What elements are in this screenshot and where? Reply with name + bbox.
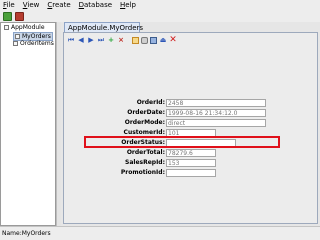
- database-icon[interactable]: [141, 36, 148, 44]
- menu-view[interactable]: View: [23, 0, 40, 10]
- menu-create[interactable]: Create: [47, 0, 70, 10]
- promotionid-label: PromotionId:: [120, 169, 165, 176]
- ordermode-field[interactable]: direct: [166, 119, 266, 127]
- orderid-label: OrderId:: [136, 99, 165, 106]
- menu-bar: File View Create Database Help: [0, 0, 320, 10]
- save-database-icon[interactable]: [15, 11, 24, 21]
- first-record-icon[interactable]: ⏮: [67, 36, 75, 44]
- open-database-icon[interactable]: [3, 11, 12, 21]
- tree-node-appmodule[interactable]: AppModule: [4, 24, 45, 31]
- module-icon: [4, 25, 9, 30]
- ordertotal-label: OrderTotal:: [126, 149, 165, 156]
- form-icon: [15, 34, 20, 39]
- add-record-icon[interactable]: +: [107, 36, 115, 44]
- orderid-field[interactable]: 2458: [166, 99, 266, 107]
- orderdate-label: OrderDate:: [127, 109, 165, 116]
- salesrepid-field[interactable]: 153: [166, 159, 216, 167]
- ordertotal-field[interactable]: 78279.6: [166, 149, 216, 157]
- save-icon[interactable]: [150, 36, 157, 44]
- menu-help[interactable]: Help: [120, 0, 136, 10]
- form-icon: [13, 41, 18, 46]
- main-toolbar: [0, 10, 320, 22]
- delete-record-icon[interactable]: ×: [117, 36, 125, 44]
- close-icon[interactable]: ✕: [169, 36, 177, 45]
- last-record-icon[interactable]: ⏭: [97, 36, 105, 44]
- ordermode-label: OrderMode:: [124, 119, 165, 126]
- highlight-box: [84, 136, 280, 148]
- eject-icon[interactable]: ⏏: [159, 36, 167, 44]
- copy-icon[interactable]: [132, 36, 139, 44]
- previous-record-icon[interactable]: ◀: [77, 36, 85, 44]
- orderdate-field[interactable]: 1999-08-16 21:34:12.0: [166, 109, 266, 117]
- form-panel: ⏮ ◀ ▶ ⏭ + × ⏏ ✕ OrderId: 2458 OrderDate:…: [63, 32, 318, 224]
- promotionid-field[interactable]: [166, 169, 216, 177]
- status-bar: Name:MyOrders: [0, 226, 320, 240]
- tree-node-orderitems[interactable]: OrderItems: [13, 40, 54, 47]
- next-record-icon[interactable]: ▶: [87, 36, 95, 44]
- menu-file[interactable]: File: [3, 0, 15, 10]
- module-tree: AppModule MyOrders OrderItems: [0, 22, 56, 226]
- form-toolbar: ⏮ ◀ ▶ ⏭ + × ⏏ ✕: [67, 35, 177, 45]
- salesrepid-label: SalesRepId:: [125, 159, 165, 166]
- menu-database[interactable]: Database: [79, 0, 112, 10]
- editor-area: AppModule.MyOrders ⏮ ◀ ▶ ⏭ + × ⏏ ✕ Order…: [61, 22, 320, 226]
